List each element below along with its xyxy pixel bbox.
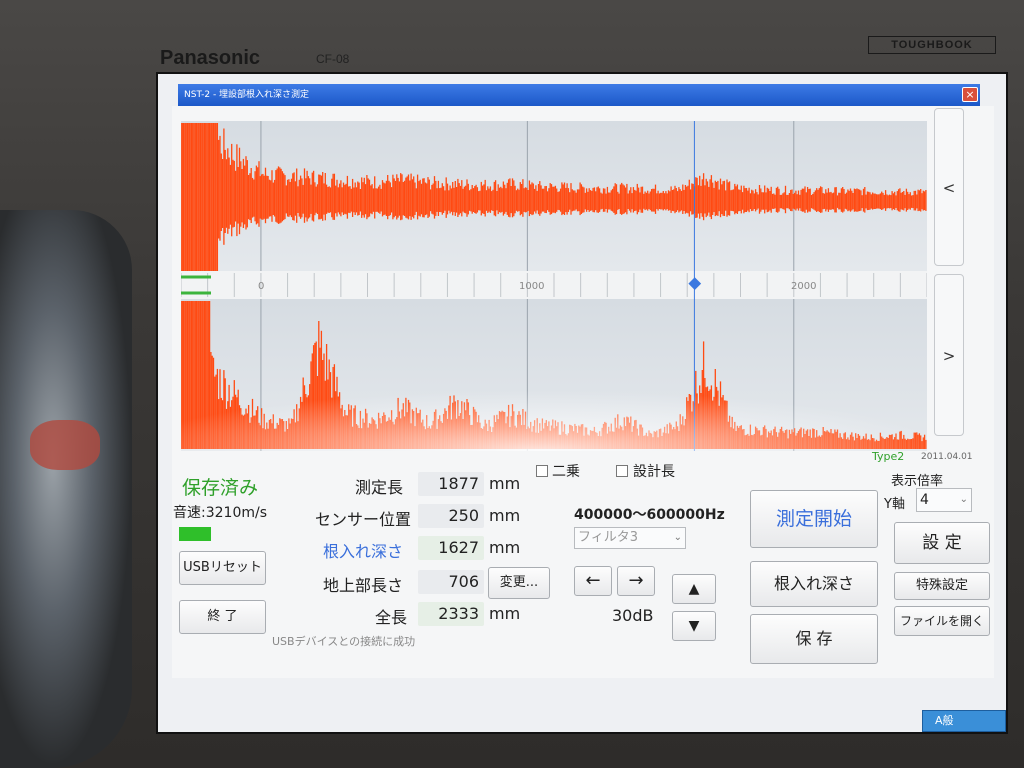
filter-value: フィルタ3 [578,530,639,545]
save-button[interactable]: 保 存 [750,614,878,664]
model-label: CF-08 [316,52,350,66]
laptop-bezel: Panasonic CF-08 TOUGHBOOK NST-2 - 埋設部根入れ… [0,0,1024,768]
change-button[interactable]: 変更... [488,567,550,599]
magnification-label: 表示倍率 [891,474,944,489]
settings-button[interactable]: 設 定 [894,522,990,564]
tick-label-2000: 2000 [791,281,816,292]
app-window: 0 1000 2000 < > 保存済み 音速:3210m/s USBリセット … [172,106,994,678]
embed-depth-button[interactable]: 根入れ深さ [750,561,878,607]
waveform-chart: 0 1000 2000 [181,121,927,451]
sound-speed: 音速:3210m/s [173,505,267,521]
status-indicator [179,527,211,541]
series-logo: TOUGHBOOK [868,36,996,54]
type-label: Type2 [872,450,905,463]
design-length-checkbox[interactable] [616,465,628,477]
total-length-value: 2333 [418,602,484,626]
hand-foreground [0,210,132,768]
brand-logo: Panasonic [160,47,261,69]
shift-left-button[interactable]: ← [574,566,612,596]
square-checkbox[interactable] [536,465,548,477]
usb-reset-button[interactable]: USBリセット [179,551,266,585]
y-axis-value: 4 [920,492,929,508]
date-label: 2011.04.01 [921,452,973,462]
total-length-label: 全長 [375,608,408,627]
tick-label-0: 0 [258,281,264,292]
above-ground-label: 地上部長さ [323,576,404,595]
exit-button[interactable]: 終 了 [179,600,266,634]
window-titlebar: NST-2 - 埋設部根入れ深さ測定 × [178,84,980,106]
above-ground-value: 706 [418,570,484,594]
saved-status: 保存済み [182,477,259,499]
filter-select[interactable]: フィルタ3 ⌄ [574,527,686,549]
measure-length-label: 測定長 [355,478,404,497]
embed-depth-unit: mm [489,538,521,557]
tick-label-1000: 1000 [519,281,544,292]
y-axis-label: Y軸 [884,497,905,512]
total-length-unit: mm [489,604,521,623]
y-axis-select[interactable]: 4 ⌄ [916,488,972,512]
start-measurement-button[interactable]: 測定開始 [750,490,878,548]
shift-right-button[interactable]: → [617,566,655,596]
gain-down-button[interactable]: ▼ [672,611,716,641]
sensor-position-label: センサー位置 [315,510,412,529]
embed-depth-label: 根入れ深さ [323,542,404,561]
scroll-left-button[interactable]: < [934,108,964,266]
ime-tray[interactable]: A般 [922,710,1006,732]
measure-length-unit: mm [489,474,521,493]
special-settings-button[interactable]: 特殊設定 [894,572,990,600]
chevron-down-icon: ⌄ [673,532,682,543]
chevron-down-icon: ⌄ [959,494,968,505]
scroll-right-button[interactable]: > [934,274,964,436]
sensor-position-value: 250 [418,504,484,528]
close-button[interactable]: × [962,87,978,102]
frequency-range: 400000～600000Hz [574,507,725,523]
measure-length-value: 1877 [418,472,484,496]
screen: NST-2 - 埋設部根入れ深さ測定 × 0 1000 2000 < > 保存済… [156,72,1008,734]
sensor-position-unit: mm [489,506,521,525]
design-length-label: 設計長 [633,464,675,480]
gain-up-button[interactable]: ▲ [672,574,716,604]
square-label: 二乗 [552,464,580,480]
embed-depth-value: 1627 [418,536,484,560]
window-title: NST-2 - 埋設部根入れ深さ測定 [184,90,310,100]
screen-glare [181,341,927,451]
usb-status-message: USBデバイスとの接続に成功 [272,635,416,648]
ime-indicator: A般 [935,714,954,727]
gain-value: 30dB [612,606,654,625]
open-file-button[interactable]: ファイルを開く [894,606,990,636]
